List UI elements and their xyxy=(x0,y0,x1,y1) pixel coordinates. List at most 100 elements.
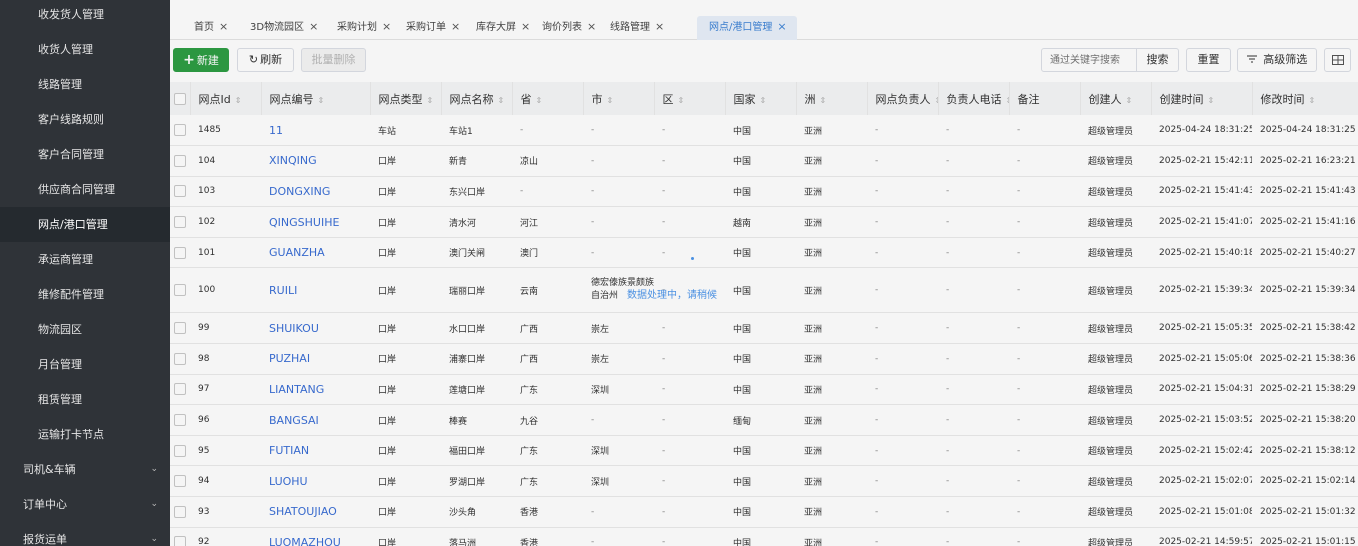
new-button[interactable]: + 新建 xyxy=(173,48,229,72)
search-button[interactable]: 搜索 xyxy=(1136,48,1179,72)
station-code-link[interactable]: SHATOUJIAO xyxy=(261,496,370,528)
table-row[interactable]: 97 LIANTANG 口岸 莲塘口岸 广东 深圳 - 中国 亚洲 - - - 超级管理员 2025-02… xyxy=(170,374,1358,406)
column-header[interactable]: 网点负责人 ⇕ xyxy=(867,82,939,115)
table-row[interactable]: 103 DONGXING 口岸 东兴口岸 - - - 中国 亚洲 - - - 超级管理员 2025-02-… xyxy=(170,176,1358,208)
close-icon[interactable]: × xyxy=(655,20,664,33)
table-row[interactable]: 95 FUTIAN 口岸 福田口岸 广东 深圳 - 中国 亚洲 - - - 超级管理员 2025-02-2… xyxy=(170,435,1358,467)
tab[interactable]: 3D物流园区 × xyxy=(226,16,318,40)
column-header[interactable]: 创建人 ⇕ xyxy=(1080,82,1152,115)
station-code-link[interactable]: RUILI xyxy=(261,267,370,314)
table-row[interactable]: 102 QINGSHUIHE 口岸 清水河 河江 - - 越南 亚洲 - - - 超级管理员 2025-0… xyxy=(170,206,1358,238)
row-checkbox[interactable] xyxy=(174,246,186,259)
tab[interactable]: 采购订单 × xyxy=(382,16,460,40)
row-checkbox[interactable] xyxy=(174,124,186,137)
sort-icon[interactable]: ⇕ xyxy=(820,96,827,105)
sidebar-group[interactable]: 报货运单 ⌄ xyxy=(0,522,170,546)
station-code-link[interactable]: DONGXING xyxy=(261,176,370,208)
column-settings-button[interactable] xyxy=(1324,48,1351,72)
station-code-link[interactable]: 11 xyxy=(261,115,370,147)
select-all-checkbox[interactable] xyxy=(173,93,186,105)
row-checkbox[interactable] xyxy=(174,475,186,488)
row-checkbox[interactable] xyxy=(174,154,186,167)
sidebar-item[interactable]: 物流园区 xyxy=(0,312,170,347)
tab[interactable]: 网点/港口管理 × xyxy=(697,16,797,40)
table-row[interactable]: 99 SHUIKOU 口岸 水口口岸 广西 崇左 - 中国 亚洲 - - - 超级管理员 2025-02-… xyxy=(170,312,1358,345)
column-header[interactable]: 修改时间 ⇕ xyxy=(1252,82,1358,115)
sort-icon[interactable]: ⇕ xyxy=(935,96,938,105)
sort-icon[interactable]: ⇕ xyxy=(678,96,685,105)
tab[interactable]: 询价列表 × xyxy=(518,16,596,40)
station-code-link[interactable]: FUTIAN xyxy=(261,435,370,467)
sort-icon[interactable]: ⇕ xyxy=(536,96,543,105)
row-checkbox[interactable] xyxy=(174,352,186,365)
station-code-link[interactable]: GUANZHA xyxy=(261,237,370,269)
column-header[interactable]: 省 ⇕ xyxy=(512,82,584,115)
row-checkbox[interactable] xyxy=(174,322,186,335)
sidebar-item[interactable]: 网点/港口管理 xyxy=(0,207,170,242)
station-code-link[interactable]: QINGSHUIHE xyxy=(261,206,370,238)
sort-icon[interactable]: ⇕ xyxy=(318,96,325,105)
sort-icon[interactable]: ⇕ xyxy=(1006,96,1009,105)
column-header[interactable]: 负责人电话 ⇕ xyxy=(938,82,1010,115)
column-header[interactable]: 市 ⇕ xyxy=(583,82,655,115)
sidebar-group[interactable]: 订单中心 ⌄ xyxy=(0,487,170,522)
batch-delete-button[interactable]: 批量删除 xyxy=(301,48,366,72)
station-code-link[interactable]: PUZHAI xyxy=(261,343,370,375)
sort-icon[interactable]: ⇕ xyxy=(427,96,434,105)
table-row[interactable]: 94 LUOHU 口岸 罗湖口岸 广东 深圳 - 中国 亚洲 - - - 超级管理员 2025-02-21… xyxy=(170,465,1358,498)
column-header[interactable]: 网点类型 ⇕ xyxy=(370,82,442,115)
row-checkbox[interactable] xyxy=(174,414,186,427)
sidebar-item[interactable]: 收发货人管理 xyxy=(0,0,170,32)
table-row[interactable]: 98 PUZHAI 口岸 浦寨口岸 广西 崇左 - 中国 亚洲 - - - 超级管理员 2025-02-2… xyxy=(170,343,1358,375)
row-checkbox[interactable] xyxy=(174,185,186,198)
station-code-link[interactable]: SHUIKOU xyxy=(261,312,370,345)
sidebar-item[interactable]: 客户合同管理 xyxy=(0,137,170,172)
table-row[interactable]: 93 SHATOUJIAO 口岸 沙头角 香港 - - 中国 亚洲 - - - 超级管理员 2025-02… xyxy=(170,496,1358,528)
sidebar-item[interactable]: 客户线路规则 xyxy=(0,102,170,137)
advanced-filter-button[interactable]: 高级筛选 xyxy=(1237,48,1317,72)
row-checkbox[interactable] xyxy=(174,216,186,229)
sort-icon[interactable]: ⇕ xyxy=(1126,96,1133,105)
tab[interactable]: 首页 × xyxy=(170,16,228,40)
sidebar-item[interactable]: 供应商合同管理 xyxy=(0,172,170,207)
row-checkbox[interactable] xyxy=(174,383,186,396)
station-code-link[interactable]: BANGSAI xyxy=(261,404,370,436)
sort-icon[interactable]: ⇕ xyxy=(1309,96,1316,105)
row-checkbox[interactable] xyxy=(174,536,186,546)
close-icon[interactable]: × xyxy=(777,20,786,33)
table-row[interactable]: 101 GUANZHA 口岸 澳门关闸 澳门 - - 中国 亚洲 - - - 超级管理员 2025-02-… xyxy=(170,237,1358,269)
tab[interactable]: 采购计划 × xyxy=(313,16,391,40)
column-header[interactable]: 洲 ⇕ xyxy=(796,82,868,115)
row-checkbox[interactable] xyxy=(174,284,186,297)
table-row[interactable]: 96 BANGSAI 口岸 棒赛 九谷 - - 缅甸 亚洲 - - - 超级管理员 2025-02-21 … xyxy=(170,404,1358,436)
row-checkbox[interactable] xyxy=(174,444,186,457)
column-header[interactable]: 备注 xyxy=(1009,82,1081,115)
column-header[interactable]: 网点Id ⇕ xyxy=(190,82,262,115)
column-header[interactable]: 创建时间 ⇕ xyxy=(1151,82,1253,115)
sidebar-item[interactable]: 承运商管理 xyxy=(0,242,170,277)
table-row[interactable]: 104 XINQING 口岸 新青 凉山 - - 中国 亚洲 - - - 超级管理员 2025-02-21… xyxy=(170,145,1358,177)
refresh-button[interactable]: ↻ 刷新 xyxy=(237,48,294,72)
sort-icon[interactable]: ⇕ xyxy=(607,96,614,105)
station-code-link[interactable]: LIANTANG xyxy=(261,374,370,406)
sort-icon[interactable]: ⇕ xyxy=(1208,96,1215,105)
column-header[interactable]: 网点编号 ⇕ xyxy=(261,82,371,115)
table-row[interactable]: 1485 11 车站 车站1- - - 中国 亚洲 - - - 超级管理员 2025-04-24 18:… xyxy=(170,115,1358,147)
sidebar-item[interactable]: 租赁管理 xyxy=(0,382,170,417)
sidebar-item[interactable]: 月台管理 xyxy=(0,347,170,382)
column-header[interactable]: 区 ⇕ xyxy=(654,82,726,115)
sidebar-item[interactable]: 收货人管理 xyxy=(0,32,170,67)
station-code-link[interactable]: LUOMAZHOU xyxy=(261,527,370,546)
station-code-link[interactable]: XINQING xyxy=(261,145,370,177)
row-checkbox[interactable] xyxy=(174,505,186,518)
sidebar-item[interactable]: 维修配件管理 xyxy=(0,277,170,312)
sidebar-group[interactable]: 司机&车辆 ⌄ xyxy=(0,452,170,487)
sidebar-item[interactable]: 运输打卡节点 xyxy=(0,417,170,452)
table-row[interactable]: 100 RUILI 口岸 瑞丽口岸 云南 德宏傣族景颇族自治州 - 中国 亚洲 - - - 超级管理员 2… xyxy=(170,267,1358,314)
column-header[interactable]: 国家 ⇕ xyxy=(725,82,797,115)
sort-icon[interactable]: ⇕ xyxy=(498,96,505,105)
reset-button[interactable]: 重置 xyxy=(1186,48,1231,72)
table-row[interactable]: 92 LUOMAZHOU 口岸 落马洲 香港 - - 中国 亚洲 - - - 超级管理员 2025-02-… xyxy=(170,527,1358,546)
search-input[interactable] xyxy=(1041,48,1137,72)
station-code-link[interactable]: LUOHU xyxy=(261,465,370,498)
